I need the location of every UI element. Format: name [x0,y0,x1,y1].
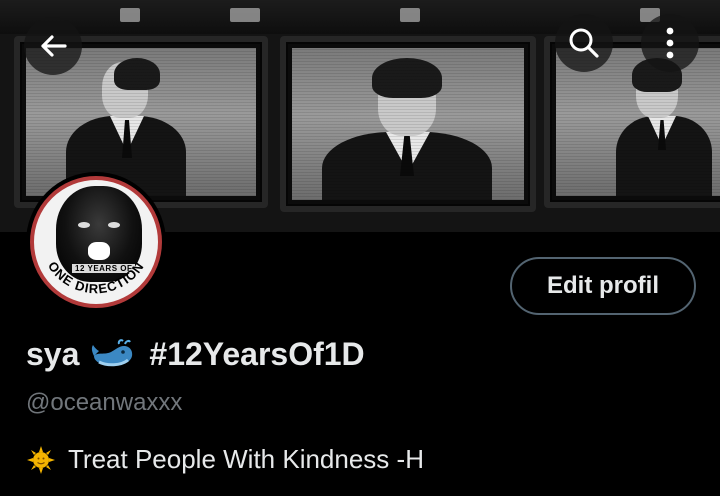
banner-control-knob [400,8,420,22]
sun-face-icon [27,445,55,474]
profile-avatar[interactable]: 12 YEARS OF ONE DIRECTION [26,172,166,312]
more-options-button[interactable] [641,14,699,72]
bio-text: Treat People With Kindness -H [68,444,424,474]
avatar-image: 12 YEARS OF ONE DIRECTION [30,176,162,308]
display-name-hashtag: #12YearsOf1D [149,336,365,372]
banner-control-knob [120,8,140,22]
banner-control-knob [230,8,260,22]
search-icon [569,28,599,58]
svg-text:ONE DIRECTION: ONE DIRECTION [45,259,147,297]
edit-profile-button[interactable]: Edit profil [510,257,696,315]
search-button[interactable] [555,14,613,72]
arrow-left-icon [41,35,67,57]
avatar-badge-arc-text: ONE DIRECTION [45,259,146,297]
display-name: sya #12YearsOf1D [26,336,365,373]
more-vertical-icon [666,27,674,59]
display-name-prefix: sya [26,336,80,372]
whale-icon [92,338,133,366]
user-handle: @oceanwaxxx [26,389,183,416]
banner-control-strip [0,0,720,34]
banner-monitor-center [280,36,536,212]
profile-bio: Treat People With Kindness -H [26,444,424,475]
back-button[interactable] [24,17,82,75]
avatar-badge-arc: ONE DIRECTION [45,259,147,297]
